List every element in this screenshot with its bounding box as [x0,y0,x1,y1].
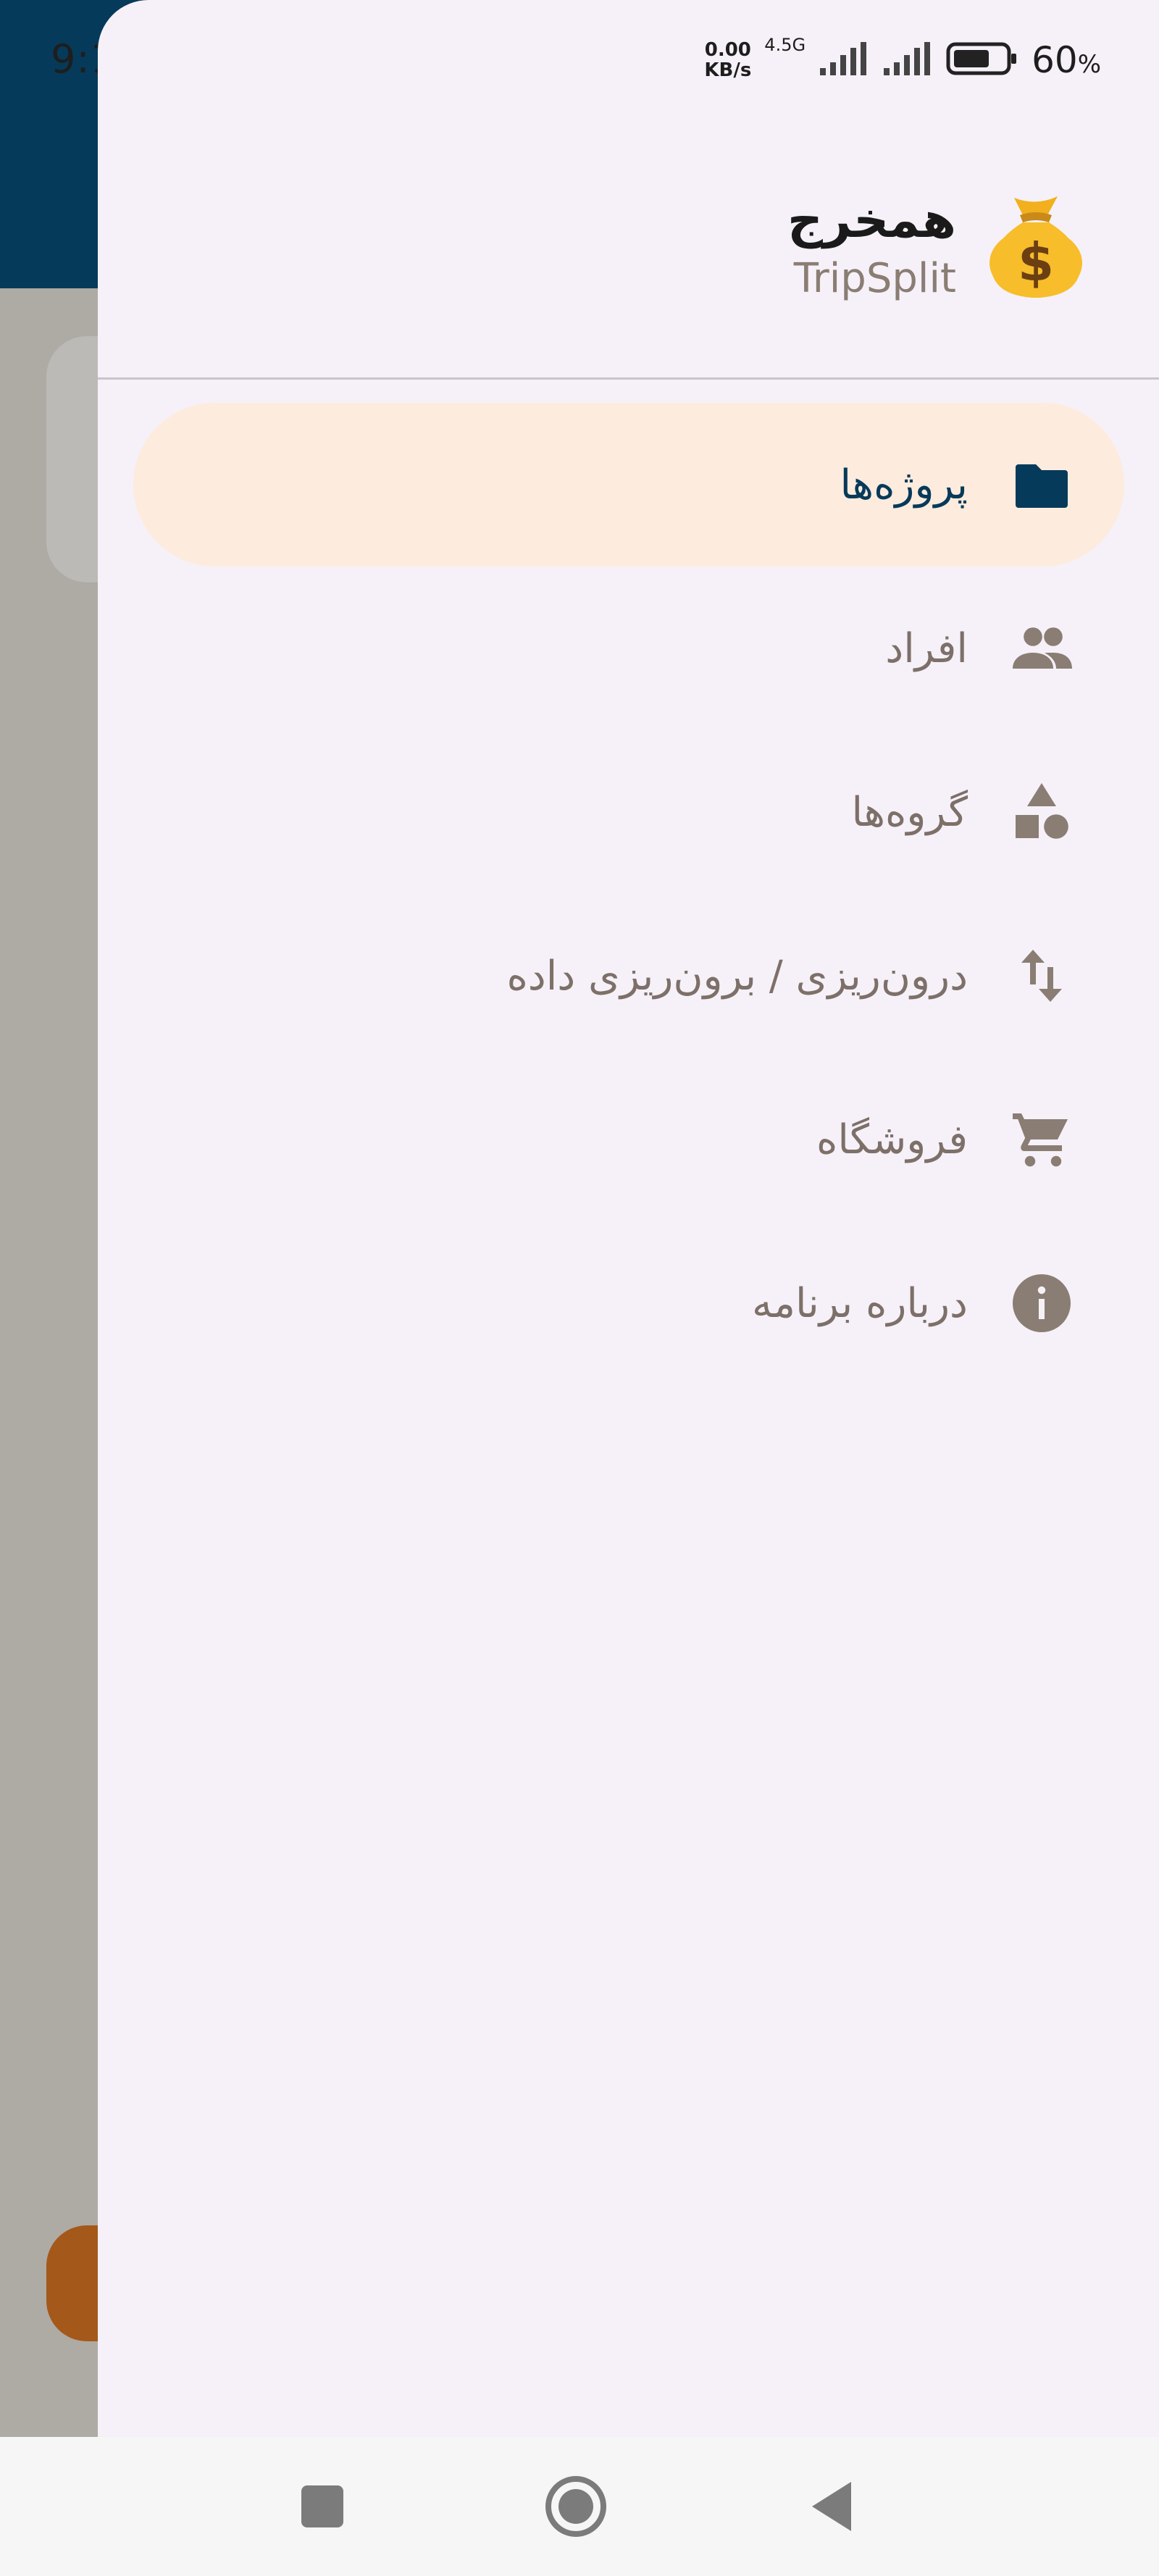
app-subtitle: TripSplit [793,255,956,302]
drawer-item-label: افراد [885,624,968,672]
battery-percentage: 60% [1032,39,1101,81]
cart-icon [1007,1105,1076,1174]
drawer-header: همخرج TripSplit $ [787,188,1087,304]
network-speed: 0.00 KB/s [704,40,751,80]
drawer-item-store[interactable]: فروشگاه [133,1058,1124,1221]
drawer-item-label: درباره برنامه [752,1279,968,1327]
network-type: 4.5G [764,35,806,55]
app-title: همخرج [787,192,956,249]
drawer-item-people[interactable]: افراد [133,566,1124,730]
drawer-item-about[interactable]: درباره برنامه [133,1221,1124,1385]
drawer-item-groups[interactable]: گروه‌ها [133,730,1124,894]
drawer-item-projects[interactable]: پروژه‌ها [133,403,1124,566]
drawer-item-import-export[interactable]: درون‌ریزی / برون‌ریزی داده [133,894,1124,1058]
navigation-drawer: 0.00 KB/s 4.5G 60% همخرج TripSplit $ پرو… [98,0,1159,2437]
network-speed-unit: KB/s [704,59,752,81]
network-speed-value: 0.00 [704,39,751,61]
recents-button[interactable] [286,2470,359,2543]
drawer-item-label: گروه‌ها [851,788,968,836]
drawer-item-label: درون‌ریزی / برون‌ریزی داده [506,952,968,1000]
folder-icon [1007,450,1076,519]
battery-icon [946,41,1018,80]
header-divider [98,377,1159,380]
system-nav-buttons [0,2437,1159,2576]
back-button[interactable] [795,2470,868,2543]
signal-icon-secondary [882,41,933,80]
money-bag-icon: $ [985,191,1087,302]
drawer-item-label: فروشگاه [816,1116,968,1163]
import-export-icon [1007,941,1076,1011]
drawer-item-label: پروژه‌ها [840,461,968,509]
home-button[interactable] [540,2470,612,2543]
signal-icon [819,41,869,80]
info-icon [1007,1268,1076,1338]
shapes-icon [1007,777,1076,847]
drawer-menu: پروژه‌ها افراد گروه‌ها [133,403,1124,1385]
status-icons: 0.00 KB/s 4.5G 60% [704,35,1101,81]
svg-text:$: $ [1018,232,1054,293]
people-icon [1007,614,1076,683]
